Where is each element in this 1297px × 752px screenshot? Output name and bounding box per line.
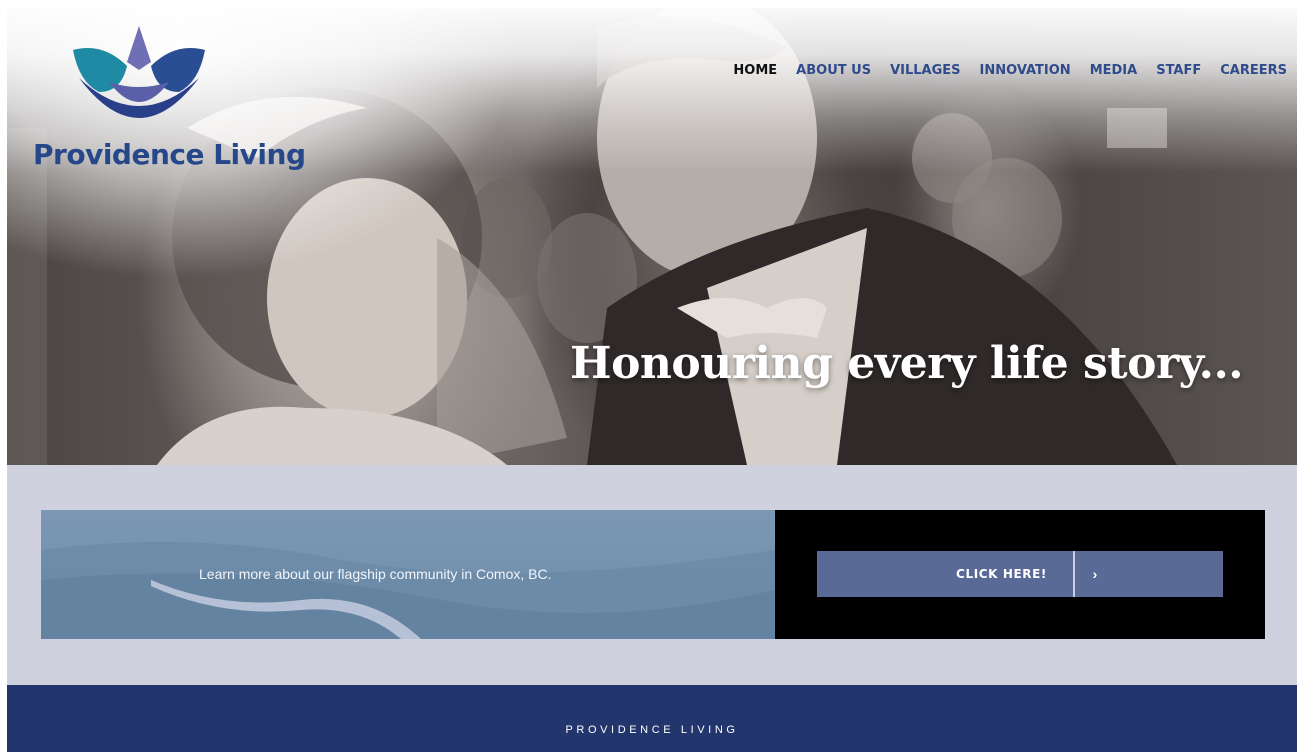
providence-living-logo[interactable]: Providence Living bbox=[33, 22, 343, 192]
nav-home[interactable]: HOME bbox=[733, 63, 777, 78]
nav-media[interactable]: MEDIA bbox=[1090, 63, 1138, 78]
promo-text: Learn more about our flagship community … bbox=[199, 566, 552, 582]
nav-staff[interactable]: STAFF bbox=[1156, 63, 1201, 78]
promo-image-panel: Learn more about our flagship community … bbox=[41, 510, 775, 639]
nav-careers[interactable]: CAREERS bbox=[1220, 63, 1287, 78]
nav-innovation[interactable]: INNOVATION bbox=[980, 63, 1071, 78]
promo-band: Learn more about our flagship community … bbox=[7, 465, 1297, 685]
lotus-icon bbox=[73, 26, 205, 118]
chevron-right-icon: › bbox=[1092, 566, 1098, 582]
hero-tagline: Honouring every life story... bbox=[570, 338, 1244, 389]
main-navigation: HOME ABOUT US VILLAGES INNOVATION MEDIA … bbox=[733, 63, 1287, 78]
promo-cta-panel: CLICK HERE! › bbox=[775, 510, 1265, 639]
logo-wordmark: Providence Living bbox=[33, 138, 306, 171]
footer: PROVIDENCE LIVING bbox=[7, 685, 1297, 752]
hero-banner: Providence Living HOME ABOUT US VILLAGES… bbox=[7, 8, 1297, 465]
click-here-label: CLICK HERE! bbox=[817, 551, 1075, 597]
nav-about-us[interactable]: ABOUT US bbox=[796, 63, 871, 78]
click-here-button[interactable]: CLICK HERE! › bbox=[817, 551, 1223, 597]
footer-title: PROVIDENCE LIVING bbox=[565, 724, 739, 736]
nav-villages[interactable]: VILLAGES bbox=[890, 63, 960, 78]
promo-banner: Learn more about our flagship community … bbox=[41, 510, 1265, 639]
